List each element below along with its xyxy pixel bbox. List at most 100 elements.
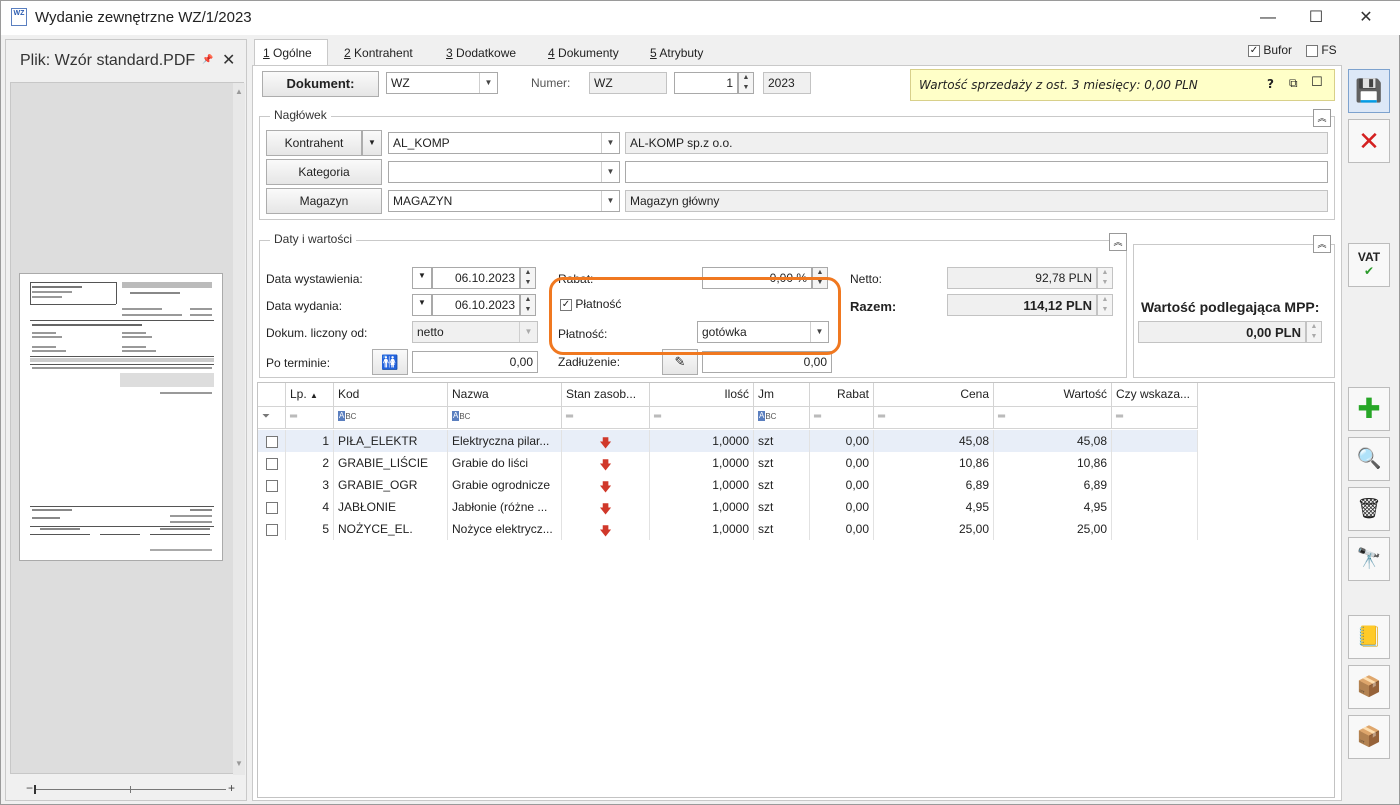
cell-nazwa: Grabie ogrodnicze bbox=[448, 474, 562, 496]
data-wydania-spinner[interactable]: ▲ ▼ bbox=[520, 294, 536, 316]
preview-close-icon[interactable]: ✕ bbox=[222, 50, 235, 70]
filter-cell-stan[interactable]: ═ bbox=[562, 407, 650, 429]
kategoria-name-field[interactable] bbox=[625, 161, 1328, 183]
table-row[interactable]: 5 NOŻYCE_EL. Nożyce elektrycz... 🡇 1,000… bbox=[258, 518, 1198, 540]
document-type-select[interactable]: WZ ▼ bbox=[386, 72, 498, 94]
row-select-checkbox[interactable] bbox=[265, 501, 278, 514]
chevron-down-icon: ▼ bbox=[601, 162, 619, 182]
data-wydania-field[interactable]: 06.10.2023 bbox=[432, 294, 520, 316]
filter-cell-nazwa[interactable]: ABC bbox=[448, 407, 562, 429]
magazyn-code-field[interactable]: MAGAZYN ▼ bbox=[388, 190, 620, 212]
save-icon[interactable]: 💾 bbox=[1348, 69, 1390, 113]
column-header-jm[interactable]: Jm bbox=[754, 383, 810, 407]
column-header-kod[interactable]: Kod bbox=[334, 383, 448, 407]
tab-ogolne[interactable]: 1 Ogólne bbox=[254, 39, 328, 67]
pin-icon[interactable]: 📌 bbox=[202, 54, 213, 65]
column-header-czy-wskaza[interactable]: Czy wskaza... bbox=[1112, 383, 1198, 407]
tab-atrybuty[interactable]: 5 Atrybuty bbox=[642, 43, 732, 65]
filter-cell-cena[interactable]: ═ bbox=[874, 407, 994, 429]
scroll-down-icon[interactable]: ▼ bbox=[235, 759, 243, 768]
kategoria-button[interactable]: Kategoria bbox=[266, 159, 382, 185]
chevron-down-icon: ▼ bbox=[519, 322, 537, 342]
zoom-in-icon[interactable]: + bbox=[228, 781, 235, 795]
filter-icon[interactable]: ⏷ bbox=[258, 407, 286, 429]
binoculars-icon[interactable]: 🔭 bbox=[1348, 537, 1390, 581]
row-select-checkbox[interactable] bbox=[265, 479, 278, 492]
data-wystawienia-dropdown[interactable]: ▼ bbox=[412, 267, 432, 289]
mpp-label: Wartość podlegająca MPP: bbox=[1141, 299, 1320, 315]
dokument-button[interactable]: Dokument: bbox=[262, 71, 379, 97]
collapse-icon[interactable]: ︽ bbox=[1313, 109, 1331, 127]
vat-button[interactable]: VAT ✔ bbox=[1348, 243, 1390, 287]
document-form: 1 Ogólne 2 Kontrahent 3 Dodatkowe 4 Doku… bbox=[252, 39, 1342, 801]
zoom-thumb[interactable] bbox=[34, 785, 36, 794]
minimize-button[interactable]: — bbox=[1245, 1, 1291, 35]
magnifier-icon[interactable]: 🔍 bbox=[1348, 437, 1390, 481]
netto-field: 92,78 PLN bbox=[947, 267, 1097, 289]
help-icon[interactable]: ? bbox=[1267, 77, 1274, 91]
filter-cell-rabat[interactable]: ═ bbox=[810, 407, 874, 429]
row-select-checkbox[interactable] bbox=[265, 435, 278, 448]
filter-cell-lp[interactable]: ═ bbox=[286, 407, 334, 429]
column-header-ilosc[interactable]: Ilość bbox=[650, 383, 754, 407]
table-row[interactable]: 4 JABŁONIE Jabłonie (różne ... 🡇 1,0000 … bbox=[258, 496, 1198, 518]
magazyn-button[interactable]: Magazyn bbox=[266, 188, 382, 214]
cancel-icon[interactable]: ✕ bbox=[1348, 119, 1390, 163]
column-header-nazwa[interactable]: Nazwa bbox=[448, 383, 562, 407]
cell-nazwa: Nożyce elektrycz... bbox=[448, 518, 562, 540]
kontrahent-button[interactable]: Kontrahent bbox=[266, 130, 362, 156]
table-row[interactable]: 1 PIŁA_ELEKTR Elektryczna pilar... 🡇 1,0… bbox=[258, 430, 1198, 452]
po-terminie-button[interactable]: 🚻 bbox=[372, 349, 408, 375]
maximize-icon[interactable]: ☐ bbox=[1311, 75, 1323, 90]
fs-check-box bbox=[1306, 44, 1318, 57]
notebook-icon[interactable]: 📒 bbox=[1348, 615, 1390, 659]
filter-cell-kod[interactable]: ABC bbox=[334, 407, 448, 429]
bufor-checkbox[interactable]: ✓ Bufor bbox=[1248, 43, 1292, 57]
trash-icon[interactable]: 🗑 bbox=[1348, 487, 1390, 531]
tab-dodatkowe[interactable]: 3 Dodatkowe bbox=[438, 43, 534, 65]
close-button[interactable]: ✕ bbox=[1343, 1, 1389, 35]
row-select-checkbox[interactable] bbox=[265, 523, 278, 536]
pdf-viewer[interactable]: ▲ ▼ bbox=[10, 82, 245, 775]
filter-cell-wartosc[interactable]: ═ bbox=[994, 407, 1112, 429]
cell-kod: JABŁONIE bbox=[334, 496, 448, 518]
zoom-slider[interactable]: − + bbox=[26, 781, 236, 797]
cell-rabat: 0,00 bbox=[810, 474, 874, 496]
kontrahent-name-field: AL-KOMP sp.z o.o. bbox=[625, 132, 1328, 154]
tab-kontrahent[interactable]: 2 Kontrahent bbox=[336, 43, 432, 65]
kontrahent-code-field[interactable]: AL_KOMP ▼ bbox=[388, 132, 620, 154]
preview-scrollbar[interactable]: ▲ ▼ bbox=[233, 83, 245, 775]
scroll-up-icon[interactable]: ▲ bbox=[235, 87, 243, 96]
column-header-stan[interactable]: Stan zasob... bbox=[562, 383, 650, 407]
filter-cell-jm[interactable]: ABC bbox=[754, 407, 810, 429]
column-header-lp[interactable]: Lp. ▲ bbox=[286, 383, 334, 407]
column-header-wartosc[interactable]: Wartość bbox=[994, 383, 1112, 407]
items-grid[interactable]: Lp. ▲ Kod Nazwa Stan zasob... Ilość Jm R… bbox=[257, 382, 1335, 798]
maximize-button[interactable]: ☐ bbox=[1293, 1, 1339, 35]
restore-icon[interactable]: ⧉ bbox=[1289, 76, 1298, 91]
package-discount-icon[interactable]: 📦 bbox=[1348, 715, 1390, 759]
table-row[interactable]: 2 GRABIE_LIŚCIE Grabie do liści 🡇 1,0000… bbox=[258, 452, 1198, 474]
numer-spinner[interactable]: ▲ ▼ bbox=[738, 72, 754, 94]
collapse-icon[interactable]: ︽ bbox=[1313, 235, 1331, 253]
mpp-group: ︽ Wartość podlegająca MPP: 0,00 PLN ▲ ▼ bbox=[1133, 235, 1335, 378]
zoom-out-icon[interactable]: − bbox=[26, 781, 33, 795]
data-wystawienia-spinner[interactable]: ▲ ▼ bbox=[520, 267, 536, 289]
column-header-cena[interactable]: Cena bbox=[874, 383, 994, 407]
data-wydania-dropdown[interactable]: ▼ bbox=[412, 294, 432, 316]
row-select-checkbox[interactable] bbox=[265, 457, 278, 470]
data-wystawienia-field[interactable]: 06.10.2023 bbox=[432, 267, 520, 289]
tab-dokumenty[interactable]: 4 Dokumenty bbox=[540, 43, 636, 65]
add-icon[interactable]: ✚ bbox=[1348, 387, 1390, 431]
filter-cell-ilosc[interactable]: ═ bbox=[650, 407, 754, 429]
table-row[interactable]: 3 GRABIE_OGR Grabie ogrodnicze 🡇 1,0000 … bbox=[258, 474, 1198, 496]
collapse-icon[interactable]: ︽ bbox=[1109, 233, 1127, 251]
numer-value-field[interactable]: 1 bbox=[674, 72, 738, 94]
fs-checkbox[interactable]: FS bbox=[1306, 43, 1337, 57]
cell-wartosc: 45,08 bbox=[994, 430, 1112, 452]
column-header-rabat[interactable]: Rabat bbox=[810, 383, 874, 407]
kategoria-code-field[interactable]: ▼ bbox=[388, 161, 620, 183]
kontrahent-dropdown-button[interactable]: ▼ bbox=[362, 130, 382, 156]
filter-cell-czy-wskaza[interactable]: ═ bbox=[1112, 407, 1198, 429]
package-add-icon[interactable]: 📦 bbox=[1348, 665, 1390, 709]
